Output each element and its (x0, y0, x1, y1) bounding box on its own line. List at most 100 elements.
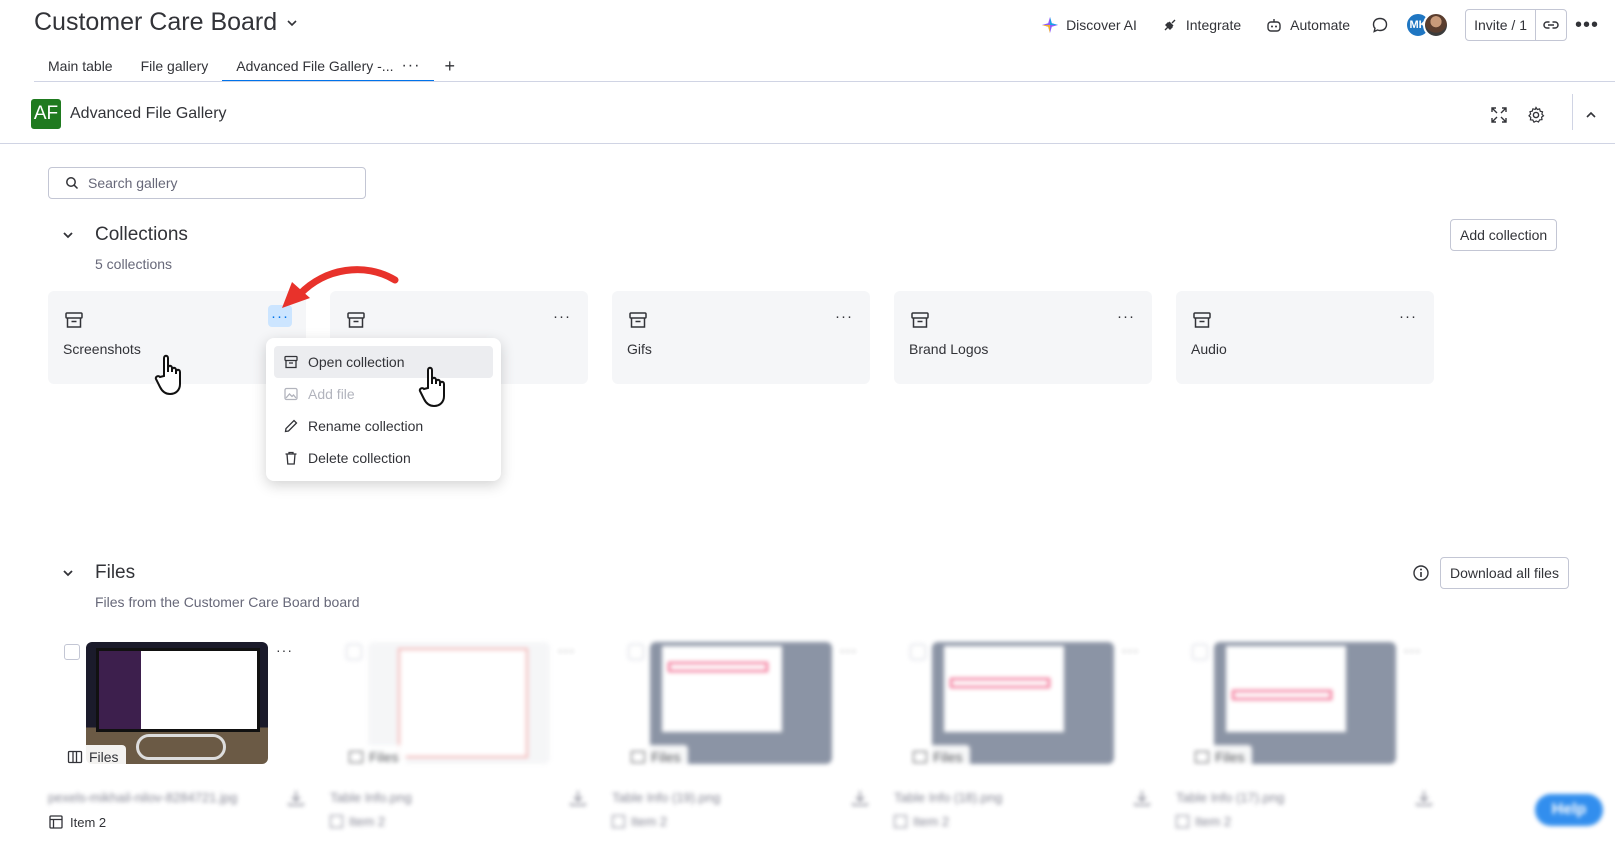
info-icon[interactable] (1406, 558, 1436, 588)
board-title[interactable]: Customer Care Board (34, 8, 299, 37)
discover-ai-label: Discover AI (1066, 17, 1137, 33)
collection-card-gifs[interactable]: Gifs ··· (612, 291, 870, 384)
file-item-link[interactable]: Item 2 (1176, 814, 1231, 829)
file-more-icon[interactable]: ··· (276, 642, 293, 658)
file-item-link[interactable]: Item 2 (48, 814, 106, 830)
pencil-icon (284, 419, 298, 433)
file-name: Table Info.png (330, 790, 412, 805)
column-icon (67, 750, 83, 764)
header-divider (1572, 94, 1573, 130)
file-tag-label: Files (369, 749, 399, 765)
tab-file-gallery[interactable]: File gallery (127, 50, 223, 82)
collection-more-icon[interactable]: ··· (1396, 305, 1420, 327)
menu-delete-collection[interactable]: Delete collection (274, 442, 493, 474)
archive-box-icon (65, 312, 83, 328)
file-more-icon[interactable]: ··· (1122, 642, 1139, 658)
discover-ai-button[interactable]: Discover AI (1032, 10, 1146, 40)
column-icon (1195, 751, 1209, 763)
tab-advanced-file-gallery-label: Advanced File Gallery -... (236, 58, 394, 74)
updates-button[interactable] (1365, 10, 1395, 40)
collection-more-icon[interactable]: ··· (832, 305, 856, 327)
file-name: Table Info (17).png (1176, 790, 1285, 805)
file-name: pexels-mikhail-nilov-8284721.jpg (48, 790, 238, 805)
file-checkbox[interactable] (910, 644, 926, 660)
collection-more-icon[interactable]: ··· (550, 305, 574, 327)
top-bar: Customer Care Board Discover AI Integrat… (0, 0, 1615, 52)
collections-collapse-icon[interactable] (58, 225, 78, 245)
board-title-text: Customer Care Board (34, 8, 278, 36)
collection-name: Brand Logos (909, 341, 989, 357)
files-collapse-icon[interactable] (58, 563, 78, 583)
settings-gear-icon[interactable] (1521, 100, 1551, 130)
download-icon[interactable] (1132, 788, 1152, 808)
search-input[interactable] (88, 175, 348, 191)
collection-card-brand-logos[interactable]: Brand Logos ··· (894, 291, 1152, 384)
file-checkbox[interactable] (628, 644, 644, 660)
menu-item-label: Delete collection (308, 450, 411, 466)
invite-button[interactable]: Invite / 1 (1466, 10, 1536, 40)
automate-button[interactable]: Automate (1256, 10, 1359, 40)
file-more-icon[interactable]: ··· (1404, 642, 1421, 658)
file-tag: Files (628, 745, 688, 769)
menu-open-collection[interactable]: Open collection (274, 346, 493, 378)
tab-options-icon[interactable]: ··· (401, 57, 420, 75)
file-item-link[interactable]: Item 2 (612, 814, 667, 829)
integrate-button[interactable]: Integrate (1152, 10, 1250, 40)
download-icon[interactable] (1414, 788, 1434, 808)
avatar-group[interactable]: MK (1405, 12, 1450, 38)
collection-card-audio[interactable]: Audio ··· (1176, 291, 1434, 384)
copy-link-button[interactable] (1536, 10, 1566, 40)
add-view-icon[interactable]: + (434, 50, 465, 82)
fullscreen-icon[interactable] (1484, 100, 1514, 130)
download-icon[interactable] (568, 788, 588, 808)
download-icon[interactable] (850, 788, 870, 808)
collapse-chevron-up-icon[interactable] (1578, 100, 1604, 130)
file-card[interactable]: ··· Files Table Info (19).png Item 2 (612, 638, 872, 846)
menu-rename-collection[interactable]: Rename collection (274, 410, 493, 442)
add-collection-button[interactable]: Add collection (1450, 219, 1558, 251)
thumbnail-doc (398, 648, 528, 758)
collection-context-menu: Open collection Add file Rename collecti… (266, 338, 501, 481)
chat-bubble-icon (1372, 17, 1388, 33)
files-subtitle: Files from the Customer Care Board board (95, 594, 360, 610)
app-logo: AF (31, 99, 61, 129)
more-options-icon[interactable]: ••• (1573, 14, 1601, 37)
search-field[interactable] (48, 167, 366, 199)
collection-more-icon[interactable]: ··· (1114, 305, 1138, 327)
file-card[interactable]: ··· Files Table Info.png Item 2 (330, 638, 590, 846)
file-checkbox[interactable] (64, 644, 80, 660)
integrate-label: Integrate (1185, 17, 1242, 33)
top-actions: Discover AI Integrate Automate MK Invite… (1032, 9, 1601, 41)
collections-title: Collections (95, 224, 188, 245)
automate-label: Automate (1290, 17, 1351, 33)
hand-cursor-icon (418, 366, 445, 408)
chevron-down-icon[interactable] (285, 16, 299, 33)
tabs-divider (34, 81, 1615, 82)
file-card[interactable]: ··· Files pexels-mikhail-nilov-8284721.j… (48, 638, 308, 846)
file-item-label: Item 2 (631, 814, 668, 829)
download-icon[interactable] (286, 788, 306, 808)
help-button[interactable]: Help (1535, 794, 1603, 826)
archive-box-icon (629, 312, 647, 328)
file-card[interactable]: ··· Files Table Info (18).png Item 2 (894, 638, 1154, 846)
collection-name: Screenshots (63, 341, 141, 357)
file-item-link[interactable]: Item 2 (330, 814, 385, 829)
tab-main-table[interactable]: Main table (34, 50, 127, 82)
thumbnail-window (1226, 646, 1346, 732)
file-checkbox[interactable] (346, 644, 362, 660)
file-more-icon[interactable]: ··· (558, 642, 575, 658)
tab-advanced-file-gallery[interactable]: Advanced File Gallery -... ··· (222, 50, 435, 82)
file-item-link[interactable]: Item 2 (894, 814, 949, 829)
file-item-label: Item 2 (70, 814, 107, 830)
file-card[interactable]: ··· Files Table Info (17).png Item 2 (1176, 638, 1436, 846)
download-all-files-button[interactable]: Download all files (1440, 557, 1569, 589)
file-more-icon[interactable]: ··· (840, 642, 857, 658)
files-title: Files (95, 562, 136, 583)
file-checkbox[interactable] (1192, 644, 1208, 660)
hand-cursor-icon (154, 354, 181, 396)
menu-item-label: Rename collection (308, 418, 424, 434)
board-item-icon (612, 815, 625, 828)
robot-icon (1267, 19, 1281, 32)
file-item-label: Item 2 (349, 814, 386, 829)
thumbnail-highlight (1232, 690, 1332, 700)
